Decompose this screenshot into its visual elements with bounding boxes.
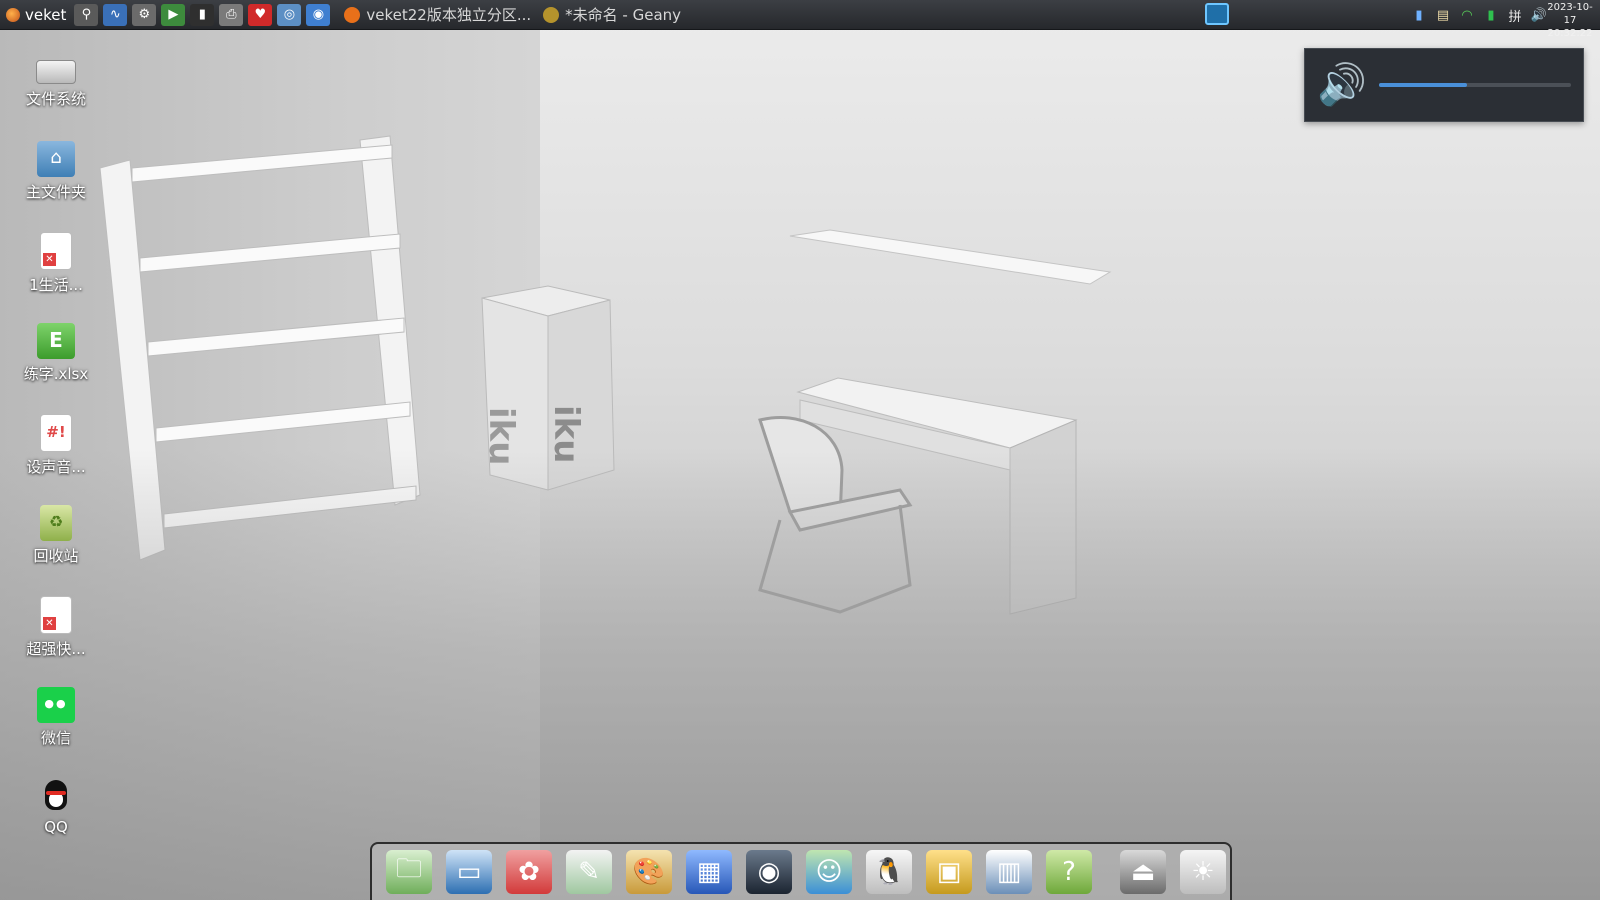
desktop-icon-label: 主文件夹: [25, 183, 86, 201]
printer-icon[interactable]: ⎙: [219, 3, 244, 26]
calculator-icon: ▦: [686, 850, 732, 894]
dock-item[interactable]: ◉: [744, 848, 794, 896]
wechat-icon: [37, 687, 75, 723]
hedgehog-icon: ✿: [506, 850, 552, 894]
display-settings-icon: ▭: [446, 850, 492, 894]
home-folder-icon: [37, 141, 75, 177]
clock-date: 2023-10-17: [1547, 2, 1593, 26]
dock-item[interactable]: ▭: [444, 848, 494, 896]
desktop-icon-label: 练字.xlsx: [23, 365, 89, 383]
volume-speaker-icon[interactable]: 🔊: [1317, 63, 1367, 107]
dock-item[interactable]: ▣: [924, 848, 974, 896]
quick-launch-bar: ⚲ ∿ ⚙ ▶ ▮ ⎙ ♥ ◎ ◉: [74, 3, 331, 26]
dock-item[interactable]: 🎨: [624, 848, 674, 896]
bottom-dock: 🗀 ▭ ✿ ✎ 🎨 ▦ ◉ ☺ 🐧 ▣ ▥? ⏏ ☀: [370, 842, 1232, 900]
desktop-icon-label: 设声音...: [26, 458, 86, 476]
volume-slider[interactable]: [1379, 83, 1571, 87]
desktop-icon[interactable]: 超强快...: [10, 596, 102, 659]
desktop-icon-label: QQ: [44, 818, 68, 836]
wallpaper-floor-shading: [0, 0, 1600, 900]
desktop-icon-label: 回收站: [33, 547, 79, 565]
desktop-icon[interactable]: 练字.xlsx: [10, 323, 102, 384]
dock-item[interactable]: ✎: [564, 848, 614, 896]
document-icon: [40, 232, 72, 270]
clock-time: 20:32:22: [1547, 28, 1593, 39]
dock-item[interactable]: ☀: [1178, 848, 1228, 896]
paint-icon: 🎨: [626, 850, 672, 894]
script-icon: [40, 414, 72, 452]
trash-icon: [40, 505, 72, 541]
play-icon[interactable]: ▶: [161, 3, 186, 26]
network-users-icon: ☺: [806, 850, 852, 894]
qq-dock-icon: 🐧: [866, 850, 912, 894]
dock-item[interactable]: ▦: [684, 848, 734, 896]
brightness-sun-icon: ☀: [1180, 850, 1226, 894]
clipboard-icon[interactable]: ▤: [1434, 5, 1452, 25]
desktop-icon-label: 超强快...: [26, 640, 86, 658]
show-desktop-icon[interactable]: [1205, 3, 1229, 25]
taskbar-item[interactable]: *未命名 - Geany: [537, 0, 687, 30]
dock-item[interactable]: ⏏: [1118, 848, 1168, 896]
desktop-icon-label: 文件系统: [25, 90, 86, 108]
taskbar: veket22版本独立分区... *未命名 - Geany: [338, 0, 687, 30]
qq-icon: [37, 778, 75, 814]
geany-icon: [543, 6, 560, 23]
file-manager-icon: 🗀: [386, 850, 432, 894]
taskbar-item[interactable]: veket22版本独立分区...: [338, 0, 537, 30]
system-monitor-icon[interactable]: ∿: [103, 3, 128, 26]
settings-gear-icon[interactable]: ⚙: [132, 3, 157, 26]
green-cylinder-icon[interactable]: ▮: [1482, 5, 1500, 25]
help-icon: ?: [1046, 850, 1092, 894]
panel-clock[interactable]: 2023-10-17 20:32:22: [1542, 1, 1598, 40]
dock-item[interactable]: ✿: [504, 848, 554, 896]
start-menu-button[interactable]: veket: [0, 0, 72, 30]
taskbar-item-label: *未命名 - Geany: [565, 6, 682, 24]
desktop-wallpaper: iku iku: [0, 0, 1600, 900]
dock-separator: [1104, 852, 1108, 892]
usb-icon[interactable]: ⚲: [74, 3, 99, 26]
desktop-icon[interactable]: 微信: [10, 687, 102, 748]
desktop-icon-label: 1生活...: [29, 276, 83, 294]
desktop-icon[interactable]: 设声音...: [10, 414, 102, 477]
dock-item[interactable]: 🐧: [864, 848, 914, 896]
volume-slider-fill: [1379, 83, 1468, 87]
top-panel: veket ⚲ ∿ ⚙ ▶ ▮ ⎙ ♥ ◎ ◉ veket22版本独立分区... *未命名 - G…: [0, 0, 1600, 39]
heart-app-icon[interactable]: ♥: [248, 3, 273, 26]
dock-item[interactable]: ?: [1044, 848, 1094, 896]
document-icon: [40, 596, 72, 634]
media-player-icon: ◉: [746, 850, 792, 894]
qq-penguin-scarf: [46, 791, 66, 795]
desktop-icon[interactable]: 主文件夹: [10, 141, 102, 202]
desktop-icon[interactable]: QQ: [10, 778, 102, 836]
contacts-book-icon: ▣: [926, 850, 972, 894]
chart-viewer-icon: ▥: [986, 850, 1032, 894]
browser-icon[interactable]: ◉: [306, 3, 331, 26]
dock-item[interactable]: ▥: [984, 848, 1034, 896]
desktop-icon-label: 微信: [40, 729, 71, 747]
veket-logo-icon: [6, 7, 20, 22]
volume-popup: 🔊: [1304, 48, 1584, 122]
wifi-icon[interactable]: ◠: [1458, 5, 1476, 25]
drive-mount-icon: ⏏: [1120, 850, 1166, 894]
system-tray: ▮ ▤ ◠ ▮ 拼 🔊: [1410, 0, 1548, 30]
battery-icon[interactable]: ▮: [1410, 5, 1428, 25]
search-globe-icon[interactable]: ◎: [277, 3, 302, 26]
spreadsheet-icon: [37, 323, 75, 359]
dock-item[interactable]: 🗀: [384, 848, 434, 896]
drive-icon: [36, 60, 76, 84]
input-method-icon[interactable]: 拼: [1506, 5, 1524, 25]
dock-item[interactable]: ☺: [804, 848, 854, 896]
desktop-icon[interactable]: 回收站: [10, 505, 102, 566]
text-editor-icon: ✎: [566, 850, 612, 894]
desktop-icon[interactable]: 1生活...: [10, 232, 102, 295]
taskbar-item-label: veket22版本独立分区...: [366, 6, 532, 24]
terminal-icon[interactable]: ▮: [190, 3, 215, 26]
desktop-icon[interactable]: 文件系统: [10, 50, 102, 109]
firefox-icon: [344, 6, 361, 23]
start-menu-label: veket: [25, 5, 67, 24]
